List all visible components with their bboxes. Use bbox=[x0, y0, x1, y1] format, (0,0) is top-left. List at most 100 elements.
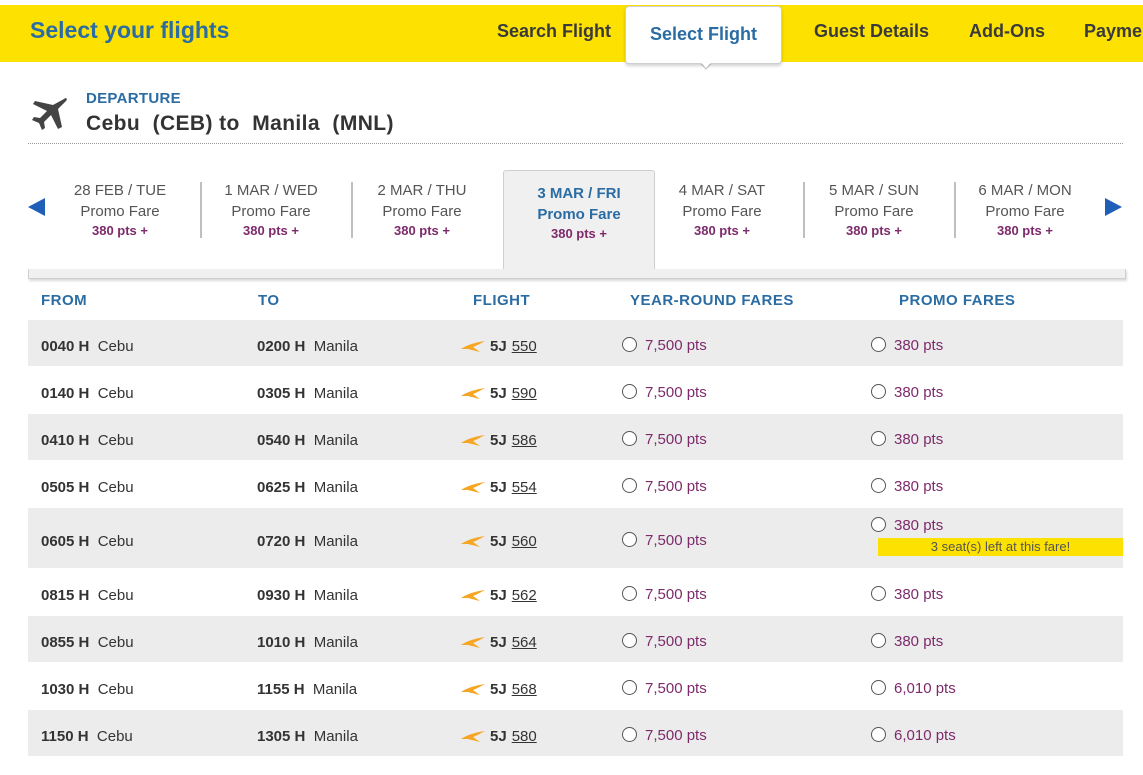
date-tab-2-mar[interactable]: 2 MAR / THU Promo Fare 380 pts + bbox=[347, 182, 497, 238]
step-select-flight[interactable]: Select Flight bbox=[625, 6, 783, 64]
flight-number-link[interactable]: 586 bbox=[512, 432, 537, 449]
flight-number-link[interactable]: 562 bbox=[512, 587, 537, 604]
origin-city: Cebu bbox=[97, 479, 134, 496]
airline-logo-icon bbox=[461, 482, 485, 493]
flight-number-link[interactable]: 580 bbox=[512, 728, 537, 745]
promo-fare-price: 380 pts bbox=[894, 633, 944, 650]
radio-button[interactable] bbox=[622, 680, 637, 695]
step-payment[interactable]: Payme bbox=[1084, 21, 1142, 42]
airplane-icon bbox=[32, 98, 67, 130]
step-add-ons[interactable]: Add-Ons bbox=[969, 21, 1045, 42]
date-tab-28-feb[interactable]: 28 FEB / TUE Promo Fare 380 pts + bbox=[45, 182, 195, 238]
promo-fare-option[interactable]: 380 pts bbox=[871, 586, 943, 603]
flight-number-link[interactable]: 564 bbox=[512, 634, 537, 651]
arrival-time: 0200 H bbox=[257, 338, 306, 355]
flight-number-link[interactable]: 550 bbox=[512, 338, 537, 355]
flight-number-link[interactable]: 590 bbox=[512, 385, 537, 402]
date-tab-1-mar[interactable]: 1 MAR / WED Promo Fare 380 pts + bbox=[196, 182, 346, 238]
prev-dates-arrow-icon[interactable] bbox=[28, 198, 45, 216]
year-round-fare-option[interactable]: 7,500 pts bbox=[622, 431, 707, 448]
year-round-fare-price: 7,500 pts bbox=[645, 384, 707, 401]
radio-button[interactable] bbox=[871, 431, 886, 446]
radio-button[interactable] bbox=[622, 337, 637, 352]
radio-button[interactable] bbox=[622, 532, 637, 547]
date-tab-date: 1 MAR / WED bbox=[224, 182, 318, 199]
year-round-fare-option[interactable]: 7,500 pts bbox=[622, 586, 707, 603]
date-tab-4-mar[interactable]: 4 MAR / SAT Promo Fare 380 pts + bbox=[647, 182, 797, 238]
flight-number-link[interactable]: 568 bbox=[512, 681, 537, 698]
radio-button[interactable] bbox=[622, 727, 637, 742]
column-header-to: TO bbox=[258, 292, 280, 309]
year-round-fare-option[interactable]: 7,500 pts bbox=[622, 680, 707, 697]
radio-button[interactable] bbox=[871, 727, 886, 742]
radio-button[interactable] bbox=[871, 517, 886, 532]
date-tab-date: 5 MAR / SUN bbox=[828, 182, 919, 199]
promo-fare-option[interactable]: 380 pts bbox=[871, 633, 943, 650]
flight-cell: 5J 590 bbox=[460, 385, 537, 402]
column-header-from: FROM bbox=[41, 292, 88, 309]
promo-fare-price: 380 pts bbox=[894, 478, 944, 495]
flight-cell: 5J 550 bbox=[460, 338, 537, 355]
airline-logo-icon bbox=[461, 684, 485, 695]
year-round-fare-option[interactable]: 7,500 pts bbox=[622, 337, 707, 354]
date-tab-date: 4 MAR / SAT bbox=[678, 182, 766, 199]
promo-fare-option[interactable]: 380 pts bbox=[871, 478, 943, 495]
date-tab-fare: Promo Fare bbox=[834, 203, 914, 220]
next-dates-arrow-icon[interactable] bbox=[1105, 198, 1122, 216]
arrival-time-cell: 0625 H Manila bbox=[257, 479, 358, 496]
year-round-fare-price: 7,500 pts bbox=[645, 431, 707, 448]
table-row: 0505 H Cebu 0625 H Manila 5J 554 7,500 pts 38… bbox=[28, 461, 1123, 507]
step-pointer bbox=[697, 58, 715, 68]
airline-logo-icon bbox=[461, 388, 485, 399]
table-row: 0855 H Cebu 1010 H Manila 5J 564 7,500 pts 38… bbox=[28, 616, 1123, 662]
airline-code: 5J bbox=[490, 681, 507, 698]
year-round-fare-option[interactable]: 7,500 pts bbox=[622, 727, 707, 744]
column-header-flight: FLIGHT bbox=[473, 292, 531, 309]
arrival-time: 1010 H bbox=[257, 634, 306, 651]
arrival-time: 1155 H bbox=[257, 681, 305, 698]
flight-number-link[interactable]: 554 bbox=[512, 479, 537, 496]
departure-time-cell: 0410 H Cebu bbox=[41, 432, 134, 449]
airline-logo-icon bbox=[461, 435, 485, 446]
promo-fare-option[interactable]: 380 pts bbox=[871, 337, 943, 354]
radio-button[interactable] bbox=[622, 478, 637, 493]
step-guest-details[interactable]: Guest Details bbox=[814, 21, 929, 42]
arrival-time: 0305 H bbox=[257, 385, 306, 402]
radio-button[interactable] bbox=[622, 586, 637, 601]
promo-fare-option[interactable]: 6,010 pts bbox=[871, 727, 956, 744]
promo-fare-option[interactable]: 6,010 pts bbox=[871, 680, 956, 697]
radio-button[interactable] bbox=[871, 478, 886, 493]
flight-number-link[interactable]: 560 bbox=[512, 533, 537, 550]
radio-button[interactable] bbox=[871, 680, 886, 695]
year-round-fare-option[interactable]: 7,500 pts bbox=[622, 478, 707, 495]
arrival-time-cell: 0200 H Manila bbox=[257, 338, 358, 355]
radio-button[interactable] bbox=[871, 337, 886, 352]
radio-button[interactable] bbox=[622, 633, 637, 648]
promo-fare-option[interactable]: 380 pts bbox=[871, 431, 943, 448]
date-tab-6-mar[interactable]: 6 MAR / MON Promo Fare 380 pts + bbox=[950, 182, 1100, 238]
destination-city: Manila bbox=[313, 728, 358, 745]
table-row: 1030 H Cebu 1155 H Manila 5J 568 7,500 pts 6,… bbox=[28, 663, 1123, 709]
radio-button[interactable] bbox=[871, 633, 886, 648]
date-tab-5-mar[interactable]: 5 MAR / SUN Promo Fare 380 pts + bbox=[799, 182, 949, 238]
date-tab-fare: Promo Fare bbox=[80, 203, 160, 220]
radio-button[interactable] bbox=[622, 431, 637, 446]
destination-city: Manila bbox=[313, 533, 358, 550]
year-round-fare-price: 7,500 pts bbox=[645, 478, 707, 495]
promo-fare-price: 380 pts bbox=[894, 517, 944, 534]
year-round-fare-option[interactable]: 7,500 pts bbox=[622, 532, 707, 549]
radio-button[interactable] bbox=[871, 384, 886, 399]
promo-fare-option[interactable]: 380 pts bbox=[871, 384, 943, 401]
year-round-fare-option[interactable]: 7,500 pts bbox=[622, 633, 707, 650]
step-search-flight[interactable]: Search Flight bbox=[497, 21, 611, 42]
promo-fare-option[interactable]: 380 pts bbox=[871, 517, 943, 534]
table-row: 0040 H Cebu 0200 H Manila 5J 550 7,500 pts 38… bbox=[28, 320, 1123, 366]
arrival-time: 0720 H bbox=[257, 533, 306, 550]
date-tab-3-mar-selected[interactable]: 3 MAR / FRI Promo Fare 380 pts + bbox=[503, 170, 655, 270]
airline-code: 5J bbox=[490, 533, 507, 550]
radio-button[interactable] bbox=[622, 384, 637, 399]
destination-city: Manila bbox=[313, 432, 358, 449]
flight-cell: 5J 560 bbox=[460, 533, 537, 550]
year-round-fare-option[interactable]: 7,500 pts bbox=[622, 384, 707, 401]
radio-button[interactable] bbox=[871, 586, 886, 601]
